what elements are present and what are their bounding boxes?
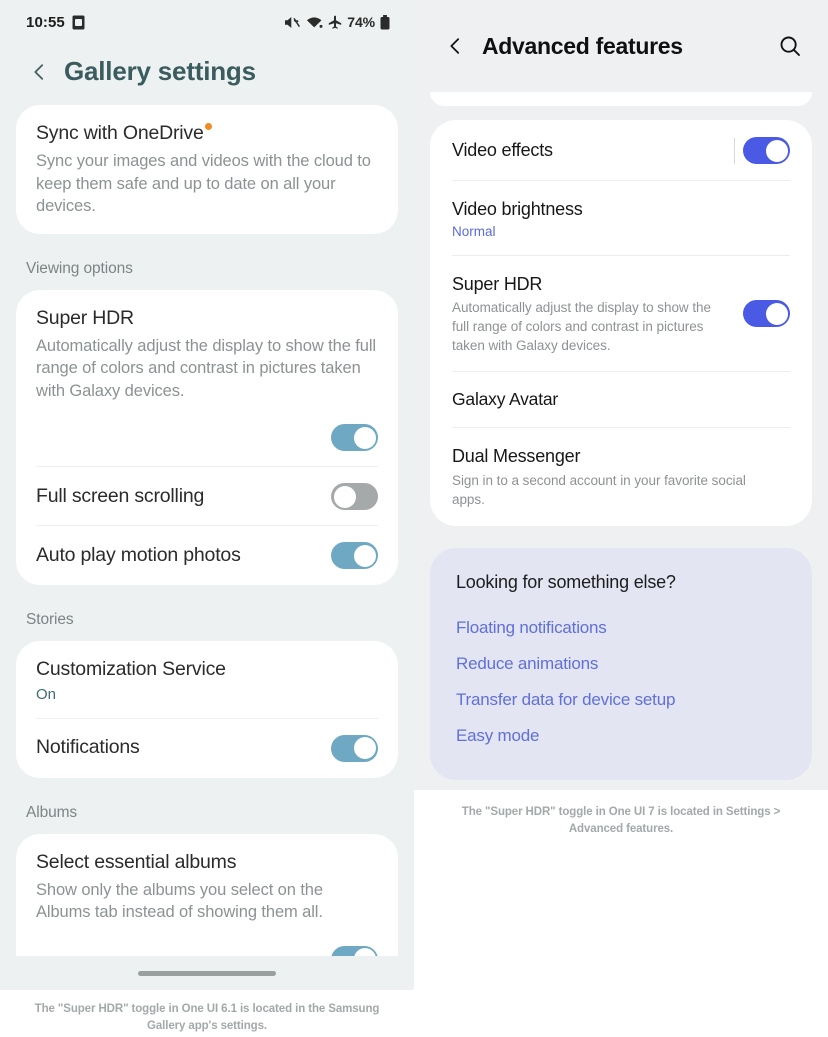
customization-service-value: On xyxy=(36,685,56,703)
video-effects-toggle-group xyxy=(734,137,790,164)
auto-play-motion-photos-row[interactable]: Auto play motion photos xyxy=(16,526,398,585)
search-icon[interactable] xyxy=(778,34,802,58)
right-settings-list[interactable]: Video effects Video brightness Normal Su… xyxy=(414,92,828,790)
auto-play-motion-photos-toggle[interactable] xyxy=(331,542,378,570)
video-brightness-value: Normal xyxy=(452,223,496,239)
right-panel-one-ui-7: Advanced features Video effects Video br… xyxy=(414,0,828,1037)
mute-icon xyxy=(285,16,301,28)
link-floating-notifications[interactable]: Floating notifications xyxy=(456,610,786,646)
super-hdr-text: Super HDR Automatically adjust the displ… xyxy=(452,273,729,356)
toggle-knob xyxy=(333,485,356,508)
video-brightness-label: Video brightness xyxy=(452,199,583,219)
link-reduce-animations[interactable]: Reduce animations xyxy=(456,646,786,682)
dual-messenger-description: Sign in to a second account in your favo… xyxy=(452,472,746,507)
super-hdr-item[interactable]: Super HDR Automatically adjust the displ… xyxy=(16,290,398,468)
vertical-divider xyxy=(734,137,735,164)
notifications-label: Notifications xyxy=(36,736,140,759)
scrolled-card-peek xyxy=(430,92,812,106)
auto-play-motion-photos-label: Auto play motion photos xyxy=(36,544,241,567)
home-indicator-wrap xyxy=(0,956,414,990)
sync-onedrive-description: Sync your images and videos with the clo… xyxy=(36,152,371,216)
notifications-toggle[interactable] xyxy=(331,734,378,762)
toggle-knob xyxy=(353,948,376,956)
super-hdr-title: Super HDR xyxy=(452,273,543,294)
left-caption: The "Super HDR" toggle in One UI 6.1 is … xyxy=(34,1003,380,1033)
albums-card[interactable]: Select essential albums Show only the al… xyxy=(16,833,398,956)
super-hdr-toggle[interactable] xyxy=(331,424,378,452)
right-caption: The "Super HDR" toggle in One UI 7 is lo… xyxy=(461,806,781,836)
left-settings-list[interactable]: Sync with OneDrive Sync your images and … xyxy=(0,105,414,956)
chevron-left-icon[interactable] xyxy=(444,35,466,57)
sync-onedrive-card[interactable]: Sync with OneDrive Sync your images and … xyxy=(16,105,398,234)
customization-service-row[interactable]: Customization Service On xyxy=(16,641,398,720)
stories-card[interactable]: Customization Service On Notifications xyxy=(16,641,398,778)
sync-onedrive-row[interactable]: Sync with OneDrive Sync your images and … xyxy=(16,105,398,234)
status-bar-right: 74% xyxy=(284,14,390,30)
sim-card-icon xyxy=(72,15,85,29)
wifi-icon xyxy=(307,17,323,28)
toggle-knob xyxy=(765,139,788,162)
super-hdr-description: Automatically adjust the display to show… xyxy=(36,337,376,400)
customization-service-label: Customization Service xyxy=(36,658,226,681)
galaxy-avatar-label: Galaxy Avatar xyxy=(452,389,559,410)
page-title: Gallery settings xyxy=(64,56,256,86)
link-easy-mode[interactable]: Easy mode xyxy=(456,718,786,754)
super-hdr-title: Super HDR xyxy=(36,306,134,329)
looking-for-title: Looking for something else? xyxy=(456,572,676,593)
toggle-knob xyxy=(353,737,376,760)
home-indicator[interactable] xyxy=(138,970,276,976)
comparison-screenshot: 10:55 74% Gallery settings Sync with One… xyxy=(0,0,828,1037)
full-screen-scrolling-label: Full screen scrolling xyxy=(36,485,205,508)
airplane-mode-icon xyxy=(329,15,342,29)
super-hdr-row[interactable]: Super HDR Automatically adjust the displ… xyxy=(430,256,812,373)
looking-for-something-else-card: Looking for something else? Floating not… xyxy=(430,548,812,781)
select-essential-albums-toggle-wrap xyxy=(16,940,398,956)
notifications-row[interactable]: Notifications xyxy=(16,719,398,778)
status-bar: 10:55 74% xyxy=(0,0,414,44)
full-screen-scrolling-row[interactable]: Full screen scrolling xyxy=(16,467,398,527)
video-effects-label: Video effects xyxy=(452,140,553,161)
dual-messenger-row[interactable]: Dual Messenger Sign in to a second accou… xyxy=(430,428,812,526)
right-phone-screen: Advanced features Video effects Video br… xyxy=(414,0,828,790)
super-hdr-description: Automatically adjust the display to show… xyxy=(452,300,711,354)
left-phone-screen: 10:55 74% Gallery settings Sync with One… xyxy=(0,0,414,990)
super-hdr-toggle[interactable] xyxy=(743,300,790,328)
new-badge-dot xyxy=(204,122,212,130)
battery-icon xyxy=(380,14,390,29)
select-essential-albums-title: Select essential albums xyxy=(36,850,237,873)
dual-messenger-title: Dual Messenger xyxy=(452,446,581,467)
viewing-options-card[interactable]: Super HDR Automatically adjust the displ… xyxy=(16,289,398,586)
left-panel-one-ui-6: 10:55 74% Gallery settings Sync with One… xyxy=(0,0,414,1037)
video-effects-row[interactable]: Video effects xyxy=(430,120,812,181)
video-effects-toggle[interactable] xyxy=(743,137,790,164)
status-bar-left: 10:55 xyxy=(26,14,85,31)
status-time: 10:55 xyxy=(26,13,65,31)
toggle-knob xyxy=(353,426,376,449)
select-essential-albums-toggle[interactable] xyxy=(331,945,378,956)
full-screen-scrolling-toggle[interactable] xyxy=(331,483,378,511)
toggle-knob xyxy=(353,544,376,567)
battery-percent: 74% xyxy=(347,14,375,30)
sync-onedrive-title-line: Sync with OneDrive xyxy=(36,121,378,146)
super-hdr-toggle-wrap xyxy=(16,418,398,468)
section-header-albums: Albums xyxy=(26,803,78,821)
left-header: Gallery settings xyxy=(0,44,414,105)
section-header-stories: Stories xyxy=(26,611,74,629)
right-header: Advanced features xyxy=(414,0,828,92)
select-essential-albums-description: Show only the albums you select on the A… xyxy=(36,881,323,922)
video-brightness-row[interactable]: Video brightness Normal xyxy=(430,181,812,256)
toggle-knob xyxy=(765,302,788,325)
chevron-left-icon[interactable] xyxy=(28,61,50,83)
advanced-features-card[interactable]: Video effects Video brightness Normal Su… xyxy=(430,120,812,527)
page-title: Advanced features xyxy=(482,32,683,59)
select-essential-albums-text[interactable]: Select essential albums Show only the al… xyxy=(16,834,398,940)
sync-onedrive-title: Sync with OneDrive xyxy=(36,122,204,144)
section-header-viewing-options: Viewing options xyxy=(26,259,133,277)
super-hdr-text: Super HDR Automatically adjust the displ… xyxy=(16,290,398,419)
link-transfer-data-for-device-setup[interactable]: Transfer data for device setup xyxy=(456,682,786,718)
galaxy-avatar-row[interactable]: Galaxy Avatar xyxy=(430,372,812,429)
